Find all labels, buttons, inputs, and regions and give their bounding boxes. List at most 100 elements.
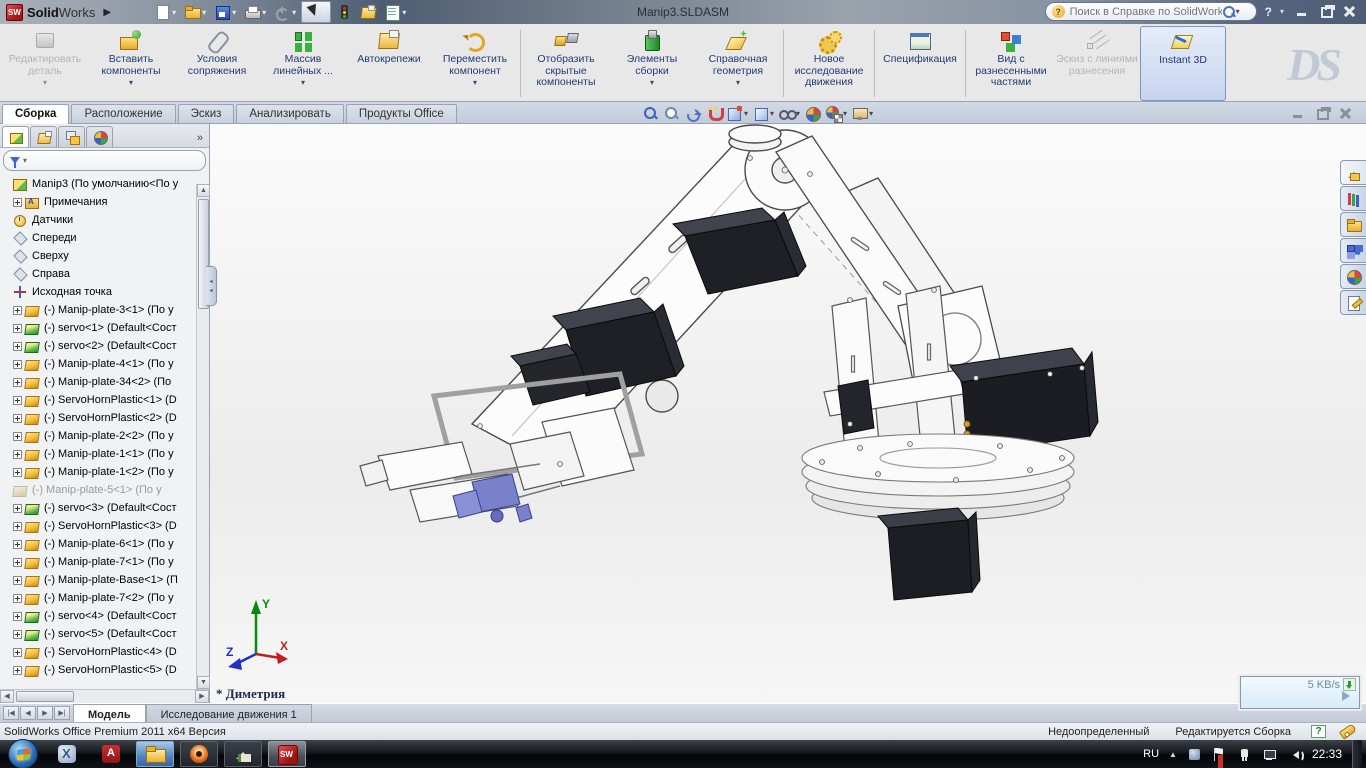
ribbon-edit-part[interactable]: Редактировать деталь ▾ xyxy=(2,26,88,101)
traffic-light-button[interactable]: ▾ xyxy=(333,2,355,22)
motion-study-tab[interactable]: Исследование движения 1 xyxy=(146,704,312,722)
play-icon[interactable] xyxy=(1342,691,1355,701)
tree-item[interactable]: (-) servo<2> (Default<Сост xyxy=(2,337,209,355)
minimize-button[interactable] xyxy=(1292,4,1312,19)
tree-horizontal-scrollbar[interactable]: ◀ ▶ xyxy=(0,689,209,703)
expand-icon[interactable] xyxy=(13,414,22,423)
tree-item[interactable]: (-) ServoHornPlastic<3> (D xyxy=(2,517,209,535)
expand-icon[interactable] xyxy=(13,396,22,405)
tree-item[interactable]: Примечания xyxy=(2,193,209,211)
help-search-box[interactable]: ? ▾ xyxy=(1045,2,1257,21)
tree-item[interactable]: (-) ServoHornPlastic<4> (D xyxy=(2,643,209,661)
apply-scene-button[interactable]: ▾ xyxy=(825,105,847,122)
expand-icon[interactable] xyxy=(13,504,22,513)
tray-app-icon[interactable] xyxy=(1187,747,1202,762)
scroll-left-icon[interactable]: ◀ xyxy=(0,690,14,703)
expand-icon[interactable] xyxy=(13,432,22,441)
expand-icon[interactable] xyxy=(13,342,22,351)
dropdown-caret-icon[interactable]: ▾ xyxy=(402,8,406,17)
toolbox-tab[interactable] xyxy=(1340,238,1366,263)
ribbon-explode-line-sketch[interactable]: Эскиз с линиями разнесения ▾ xyxy=(1054,26,1140,101)
dropdown-caret-icon[interactable]: ▾ xyxy=(301,78,305,87)
tree-item[interactable]: (-) servo<5> (Default<Сост xyxy=(2,625,209,643)
dropdown-caret-icon[interactable]: ▾ xyxy=(172,8,176,17)
scroll-thumb[interactable] xyxy=(16,691,74,702)
restore-button[interactable] xyxy=(1316,4,1336,19)
ribbon-insert-components[interactable]: Вставить компоненты ▾ xyxy=(88,26,174,101)
ribbon-assembly-features[interactable]: Элементы сборки ▾ xyxy=(609,26,695,101)
hide-show-items-button[interactable]: ▾ xyxy=(778,105,800,122)
graphics-viewport[interactable]: Y X Z * Диметрия xyxy=(210,124,1366,703)
doc-minimize-button[interactable] xyxy=(1288,106,1308,121)
show-desktop-button[interactable] xyxy=(1352,740,1362,768)
expand-icon[interactable] xyxy=(13,450,22,459)
taskbar-adobe-reader[interactable] xyxy=(92,741,130,767)
ribbon-mates[interactable]: Условия сопряжения ▾ xyxy=(174,26,260,101)
solidworks-resources-tab[interactable] xyxy=(1340,160,1366,185)
expand-icon[interactable] xyxy=(13,648,22,657)
design-checker-button[interactable]: ▾ xyxy=(381,2,409,22)
tree-item[interactable]: (-) servo<3> (Default<Сост xyxy=(2,499,209,517)
search-icon[interactable] xyxy=(1222,5,1236,19)
help-button[interactable]: ? xyxy=(1265,5,1272,19)
expand-icon[interactable] xyxy=(13,666,22,675)
next-tab-button[interactable]: ▶ xyxy=(37,706,53,720)
scroll-down-icon[interactable]: ▼ xyxy=(197,676,210,689)
tree-item[interactable]: (-) Manip-plate-Base<1> (П xyxy=(2,571,209,589)
expand-icon[interactable] xyxy=(13,522,22,531)
model-tab[interactable]: Модель xyxy=(73,704,146,722)
network-icon[interactable] xyxy=(1262,747,1277,762)
scroll-up-icon[interactable]: ▲ xyxy=(197,184,210,197)
filter-caret-icon[interactable]: ▾ xyxy=(23,156,27,165)
tab-evaluate[interactable]: Анализировать xyxy=(236,104,343,123)
dropdown-caret-icon[interactable]: ▾ xyxy=(43,78,47,87)
expand-icon[interactable] xyxy=(13,630,22,639)
ribbon-smart-fasteners[interactable]: Автокрепежи ▾ xyxy=(346,26,432,101)
expand-icon[interactable] xyxy=(13,576,22,585)
dropdown-caret-icon[interactable]: ▾ xyxy=(869,109,873,118)
ribbon-exploded-view[interactable]: Вид с разнесенными частями ▾ xyxy=(968,26,1054,101)
start-button[interactable] xyxy=(8,739,38,768)
dropdown-caret-icon[interactable]: ▾ xyxy=(129,78,133,87)
tree-item[interactable]: (-) ServoHornPlastic<1> (D xyxy=(2,391,209,409)
expand-icon[interactable] xyxy=(13,306,22,315)
rotate-view-button[interactable]: ▾ xyxy=(684,105,701,122)
action-center-icon[interactable] xyxy=(1212,747,1227,762)
doc-restore-button[interactable] xyxy=(1312,106,1332,121)
expand-icon[interactable] xyxy=(13,468,22,477)
tree-item[interactable]: (-) Manip-plate-1<1> (По у xyxy=(2,445,209,463)
design-library-tab[interactable] xyxy=(1340,186,1366,211)
tag-icon[interactable] xyxy=(1339,723,1357,740)
tree-item[interactable]: (-) Manip-plate-34<2> (По xyxy=(2,373,209,391)
dropdown-caret-icon[interactable]: ▾ xyxy=(292,8,296,17)
search-caret-icon[interactable]: ▾ xyxy=(1236,7,1240,16)
new-document-button[interactable]: ▾ xyxy=(151,2,179,22)
panel-collapse-handle[interactable]: ◂◂ xyxy=(206,266,217,306)
tab-layout[interactable]: Расположение xyxy=(71,104,175,123)
expand-icon[interactable] xyxy=(13,558,22,567)
tab-assembly[interactable]: Сборка xyxy=(2,104,69,124)
help-caret-icon[interactable]: ▾ xyxy=(1280,7,1284,16)
taskbar-solidworks[interactable] xyxy=(268,741,306,767)
taskbar-home-app[interactable] xyxy=(224,741,262,767)
expand-icon[interactable] xyxy=(13,540,22,549)
tree-item[interactable]: (-) servo<4> (Default<Сост xyxy=(2,607,209,625)
expand-icon[interactable] xyxy=(13,378,22,387)
language-indicator[interactable]: RU xyxy=(1143,748,1159,760)
expand-icon[interactable] xyxy=(13,594,22,603)
display-style-button[interactable]: ▾ xyxy=(752,105,774,122)
quick-tips-icon[interactable]: ? xyxy=(1311,725,1326,738)
undo-button[interactable]: ▾ xyxy=(271,2,299,22)
custom-properties-tab[interactable] xyxy=(1340,290,1366,315)
download-speed-widget[interactable]: 5 KB/s xyxy=(1240,676,1360,709)
show-hidden-icons-button[interactable]: ▲ xyxy=(1169,750,1177,759)
file-explorer-tab[interactable] xyxy=(1340,212,1366,237)
search-input[interactable] xyxy=(1070,6,1222,18)
ribbon-instant-3d[interactable]: Instant 3D ▾ xyxy=(1140,26,1226,101)
select-button[interactable]: ▾ xyxy=(301,1,331,23)
zoom-to-fit-button[interactable]: ▾ xyxy=(642,105,659,122)
tree-item[interactable]: (-) servo<1> (Default<Сост xyxy=(2,319,209,337)
configurationmanager-tab[interactable] xyxy=(58,126,85,147)
tree-item[interactable]: (-) Manip-plate-3<1> (По у xyxy=(2,301,209,319)
tree-item[interactable]: (-) Manip-plate-4<1> (По у xyxy=(2,355,209,373)
